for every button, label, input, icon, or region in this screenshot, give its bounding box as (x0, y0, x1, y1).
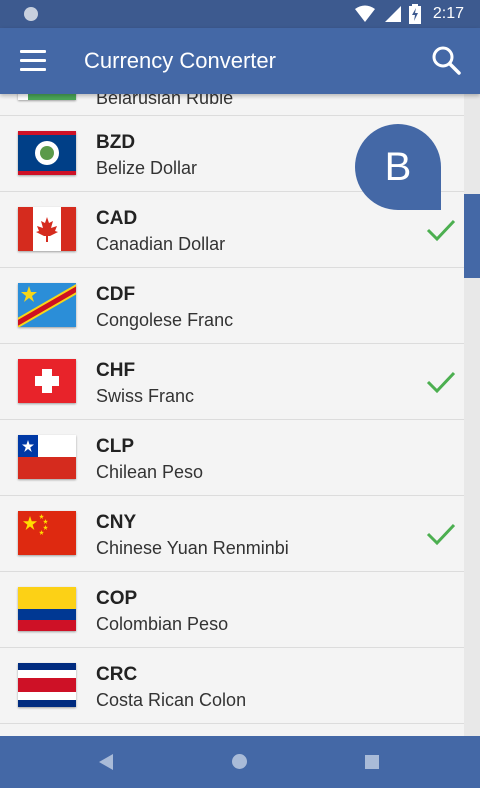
costa-rica-flag (18, 663, 76, 707)
status-time: 2:17 (432, 5, 464, 22)
belize-flag (18, 131, 76, 175)
currency-code: CRC (96, 664, 138, 685)
list-item[interactable]: COP Colombian Peso (0, 572, 464, 648)
belarus-flag (18, 94, 76, 100)
list-item[interactable]: Belarusian Ruble (0, 94, 464, 116)
list-item[interactable]: CHF Swiss Franc (0, 344, 464, 420)
list-item[interactable]: CRC Costa Rican Colon (0, 648, 464, 724)
currency-code: BZD (96, 132, 136, 153)
list-item[interactable]: CNY Chinese Yuan Renminbi (0, 496, 464, 572)
check-icon (426, 219, 456, 242)
recent-apps-icon[interactable] (365, 755, 379, 769)
check-icon (426, 371, 456, 394)
home-icon[interactable] (232, 754, 247, 769)
system-nav-bar (0, 736, 480, 788)
switzerland-flag (18, 359, 76, 403)
search-icon[interactable] (430, 44, 462, 76)
menu-icon[interactable] (20, 50, 46, 72)
currency-code: CNY (96, 512, 137, 533)
fast-scroll-letter-bubble: B (355, 124, 441, 210)
battery-icon (408, 4, 421, 24)
status-bar: 2:17 (0, 0, 480, 28)
currency-name: Chinese Yuan Renminbi (96, 538, 289, 558)
status-icons: 2:17 (354, 4, 464, 24)
app-bar: Currency Converter (0, 28, 480, 94)
currency-code: CDF (96, 284, 136, 305)
scrollbar-thumb[interactable] (464, 194, 480, 278)
currency-name: Belarusian Ruble (96, 94, 234, 108)
colombia-flag (18, 587, 76, 631)
currency-name: Belize Dollar (96, 158, 198, 178)
currency-code: COP (96, 588, 138, 609)
notification-icon (24, 7, 38, 21)
wifi-icon (354, 5, 375, 22)
chile-flag (18, 435, 76, 479)
china-flag (18, 511, 76, 555)
currency-name: Chilean Peso (96, 462, 204, 482)
list-item[interactable]: CLP Chilean Peso (0, 420, 464, 496)
currency-name: Swiss Franc (96, 386, 195, 406)
currency-name: Congolese Franc (96, 310, 234, 330)
currency-code: CLP (96, 436, 134, 457)
congo-flag (18, 283, 76, 327)
check-icon (426, 523, 456, 546)
list-item[interactable]: CDF Congolese Franc (0, 268, 464, 344)
fast-scroll-letter: B (384, 144, 412, 189)
currency-code: CHF (96, 360, 136, 381)
canada-flag (18, 207, 76, 251)
scrollbar-track[interactable] (464, 94, 480, 736)
currency-name: Colombian Peso (96, 614, 229, 634)
currency-name: Canadian Dollar (96, 234, 226, 254)
currency-name: Costa Rican Colon (96, 690, 247, 710)
currency-code: CAD (96, 208, 138, 229)
signal-icon (384, 6, 401, 22)
back-icon[interactable] (98, 753, 114, 771)
app-title: Currency Converter (84, 48, 276, 73)
